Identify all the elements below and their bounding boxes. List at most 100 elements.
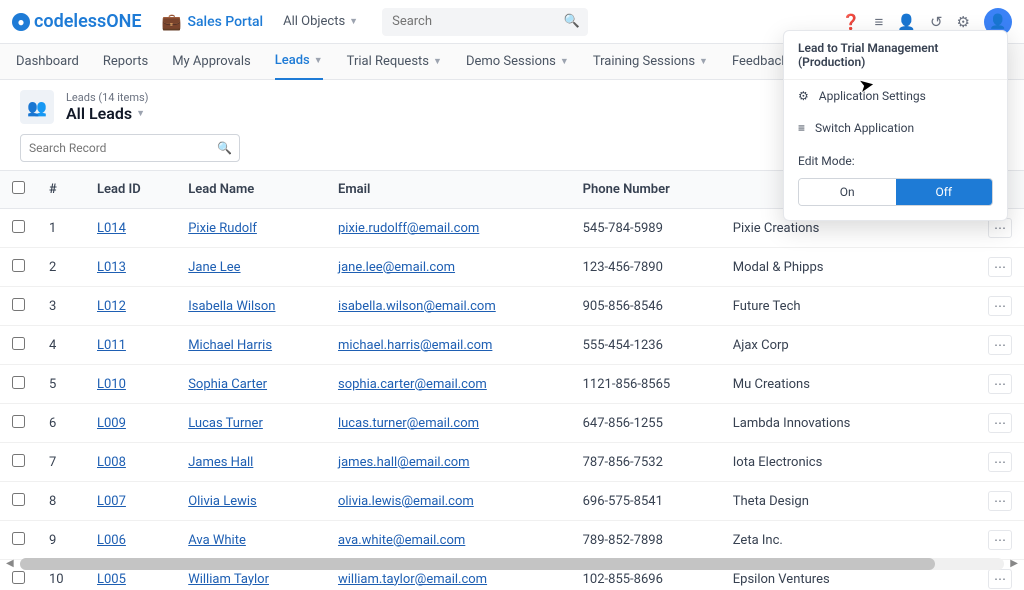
view-selector[interactable]: All Leads ▼: [66, 104, 148, 123]
edit-mode-toggle[interactable]: On Off: [798, 178, 993, 206]
row-menu-button[interactable]: ⋯: [988, 452, 1012, 472]
row-menu-button[interactable]: ⋯: [988, 569, 1012, 589]
tab-leads[interactable]: Leads▼: [275, 44, 323, 80]
lead-name-link[interactable]: Sophia Carter: [188, 377, 267, 392]
lead-id-link[interactable]: L013: [97, 260, 126, 275]
search-icon: 🔍: [217, 141, 232, 155]
row-menu-button[interactable]: ⋯: [988, 374, 1012, 394]
gear-icon[interactable]: ⚙: [957, 13, 970, 31]
lead-name-link[interactable]: Ava White: [188, 533, 246, 548]
lead-id-link[interactable]: L011: [97, 338, 126, 353]
tab-my-approvals[interactable]: My Approvals: [172, 44, 251, 80]
history-icon[interactable]: ↺: [930, 13, 943, 31]
lead-id-link[interactable]: L008: [97, 455, 126, 470]
row-checkbox[interactable]: [12, 337, 25, 350]
company-cell: Mu Creations: [721, 365, 912, 404]
toggle-off[interactable]: Off: [896, 179, 993, 205]
lead-name-link[interactable]: Olivia Lewis: [188, 494, 257, 509]
row-menu-button[interactable]: ⋯: [988, 218, 1012, 238]
table-row: 3 L012 Isabella Wilson isabella.wilson@emai…: [0, 287, 1024, 326]
phone-cell: 1121-856-8565: [571, 365, 721, 404]
portal-selector[interactable]: 💼 Sales Portal: [162, 12, 264, 31]
lead-id-link[interactable]: L014: [97, 221, 126, 236]
lead-email-link[interactable]: jane.lee@email.com: [338, 260, 455, 275]
user-add-icon[interactable]: 👤: [897, 13, 916, 31]
lead-email-link[interactable]: ava.white@email.com: [338, 533, 465, 548]
application-settings-item[interactable]: ⚙ Application Settings: [784, 80, 1007, 112]
lead-name-link[interactable]: Jane Lee: [188, 260, 240, 275]
company-cell: Iota Electronics: [721, 443, 912, 482]
lead-email-link[interactable]: isabella.wilson@email.com: [338, 299, 496, 314]
row-checkbox[interactable]: [12, 376, 25, 389]
column-header[interactable]: Lead ID: [85, 171, 176, 209]
toggle-on[interactable]: On: [799, 179, 896, 205]
brand-text: codelessONE: [34, 11, 142, 32]
row-checkbox[interactable]: [12, 493, 25, 506]
scroll-right-icon[interactable]: ▶: [1010, 558, 1018, 569]
column-header[interactable]: Lead Name: [176, 171, 326, 209]
company-cell: Theta Design: [721, 482, 912, 521]
app-popover: Lead to Trial Management (Production) ⚙ …: [783, 30, 1008, 221]
global-search-input[interactable]: [382, 8, 588, 36]
row-checkbox[interactable]: [12, 571, 25, 584]
help-icon[interactable]: ❓: [842, 13, 861, 31]
row-menu-button[interactable]: ⋯: [988, 296, 1012, 316]
scroll-left-icon[interactable]: ◀: [6, 558, 14, 569]
row-checkbox[interactable]: [12, 532, 25, 545]
lead-id-link[interactable]: L005: [97, 572, 126, 587]
table-container[interactable]: #Lead IDLead NameEmailPhone Number 1L014…: [0, 170, 1024, 590]
tab-training-sessions[interactable]: Training Sessions▼: [593, 44, 708, 80]
lead-email-link[interactable]: michael.harris@email.com: [338, 338, 492, 353]
column-header[interactable]: Email: [326, 171, 571, 209]
row-menu-button[interactable]: ⋯: [988, 491, 1012, 511]
select-all-checkbox[interactable]: [12, 181, 25, 194]
row-menu-button[interactable]: ⋯: [988, 257, 1012, 277]
lead-id-link[interactable]: L009: [97, 416, 126, 431]
tab-trial-requests[interactable]: Trial Requests▼: [347, 44, 442, 80]
row-menu-button[interactable]: ⋯: [988, 413, 1012, 433]
briefcase-icon: 💼: [162, 12, 182, 31]
row-checkbox[interactable]: [12, 259, 25, 272]
lead-name-link[interactable]: James Hall: [188, 455, 253, 470]
tab-reports[interactable]: Reports: [103, 44, 148, 80]
scrollbar-thumb[interactable]: [20, 558, 935, 570]
row-checkbox[interactable]: [12, 415, 25, 428]
lead-email-link[interactable]: olivia.lewis@email.com: [338, 494, 474, 509]
lead-id-link[interactable]: L010: [97, 377, 126, 392]
select-all-header[interactable]: [0, 171, 37, 209]
lead-name-link[interactable]: Michael Harris: [188, 338, 272, 353]
lead-name-link[interactable]: Pixie Rudolf: [188, 221, 257, 236]
object-selector[interactable]: All Objects ▼: [283, 14, 358, 29]
lead-name-link[interactable]: Isabella Wilson: [188, 299, 275, 314]
row-menu-button[interactable]: ⋯: [988, 335, 1012, 355]
lead-email-link[interactable]: pixie.rudolff@email.com: [338, 221, 479, 236]
lead-email-link[interactable]: lucas.turner@email.com: [338, 416, 479, 431]
row-checkbox[interactable]: [12, 220, 25, 233]
column-header[interactable]: #: [37, 171, 85, 209]
logo[interactable]: ● codelessONE: [12, 11, 142, 32]
tab-demo-sessions[interactable]: Demo Sessions▼: [466, 44, 569, 80]
cursor-icon: ➤: [857, 74, 876, 97]
lead-email-link[interactable]: william.taylor@email.com: [338, 572, 487, 587]
portal-name: Sales Portal: [187, 14, 263, 30]
lead-id-link[interactable]: L007: [97, 494, 126, 509]
lead-name-link[interactable]: William Taylor: [188, 572, 269, 587]
tab-dashboard[interactable]: Dashboard: [16, 44, 79, 80]
table-row: 8L007Olivia Lewisolivia.lewis@email.com6…: [0, 482, 1024, 521]
lead-id-link[interactable]: L012: [97, 299, 126, 314]
column-header[interactable]: Phone Number: [571, 171, 721, 209]
row-checkbox[interactable]: [12, 298, 25, 311]
horizontal-scrollbar[interactable]: ◀ ▶: [20, 558, 1004, 570]
database-icon[interactable]: ≡: [875, 13, 884, 31]
lead-email-link[interactable]: james.hall@email.com: [338, 455, 470, 470]
leads-table: #Lead IDLead NameEmailPhone Number 1L014…: [0, 171, 1024, 590]
row-checkbox[interactable]: [12, 454, 25, 467]
lead-email-link[interactable]: sophia.carter@email.com: [338, 377, 487, 392]
row-number: 7: [37, 443, 85, 482]
switch-application-item[interactable]: ≡ Switch Application: [784, 112, 1007, 144]
record-search-input[interactable]: [20, 134, 240, 162]
row-menu-button[interactable]: ⋯: [988, 530, 1012, 550]
row-number: 3: [37, 287, 85, 326]
lead-name-link[interactable]: Lucas Turner: [188, 416, 263, 431]
lead-id-link[interactable]: L006: [97, 533, 126, 548]
